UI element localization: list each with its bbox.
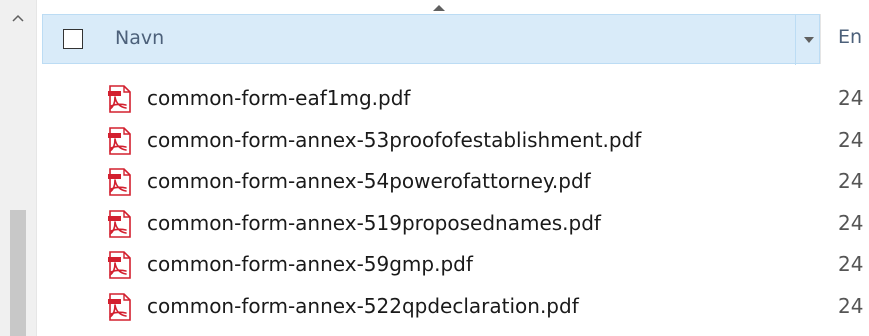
file-modified-date: 24	[838, 86, 864, 110]
name-column-filter-dropdown[interactable]	[795, 15, 821, 65]
pdf-file-icon	[107, 209, 133, 238]
file-modified-date: 24	[838, 293, 864, 318]
column-header-bar: Navn En	[42, 5, 869, 65]
file-modified-date: 24	[838, 210, 864, 235]
file-name: common-form-annex-59gmp.pdf	[147, 252, 473, 276]
file-row[interactable]: common-form-annex-53proofofestablishment…	[0, 122, 869, 160]
file-row[interactable]: common-form-annex-59gmp.pdf 24	[0, 246, 869, 284]
pdf-file-icon	[107, 251, 133, 279]
next-column-header[interactable]: En	[838, 26, 862, 48]
file-name: common-form-annex-53proofofestablishment…	[147, 127, 642, 152]
chevron-up-icon	[12, 14, 24, 22]
name-column-label: Navn	[115, 27, 165, 49]
sort-ascending-icon	[433, 5, 445, 11]
file-modified-date: 24	[838, 169, 864, 193]
scroll-up-button[interactable]	[0, 0, 36, 36]
file-row[interactable]: common-form-annex-522qpdeclaration.pdf 24	[0, 288, 869, 326]
file-row[interactable]: common-form-annex-519proposednames.pdf 24	[0, 205, 869, 243]
chevron-down-icon	[803, 37, 814, 43]
file-row[interactable]: common-form-annex-54powerofattorney.pdf 2…	[0, 163, 869, 201]
pdf-file-icon	[107, 126, 133, 155]
file-name: common-form-annex-519proposednames.pdf	[147, 210, 601, 235]
pdf-file-icon	[107, 292, 133, 321]
file-name: common-form-annex-54powerofattorney.pdf	[147, 169, 591, 193]
name-column-header[interactable]: Navn	[42, 5, 821, 65]
column-divider[interactable]	[820, 14, 821, 64]
file-explorer-view: Navn En common-form-eaf1mg.pdf 24 common-f…	[0, 0, 869, 336]
file-modified-date: 24	[838, 252, 864, 276]
file-modified-date: 24	[838, 127, 864, 152]
pdf-file-icon	[107, 85, 133, 113]
select-all-checkbox[interactable]	[63, 29, 83, 49]
file-name: common-form-eaf1mg.pdf	[147, 86, 411, 110]
pdf-file-icon	[107, 168, 133, 196]
file-row[interactable]: common-form-eaf1mg.pdf 24	[0, 80, 869, 118]
file-name: common-form-annex-522qpdeclaration.pdf	[147, 293, 579, 318]
